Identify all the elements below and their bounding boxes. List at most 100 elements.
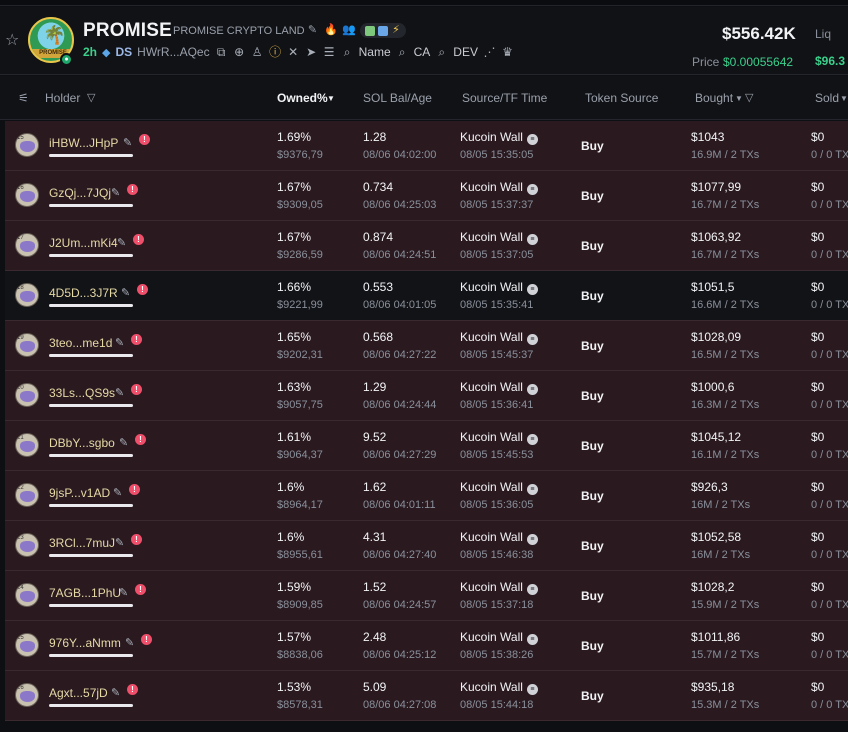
table-row[interactable]: 26 Agxt...57jD ✎! 1.53% $8578,31 5.09 08/06 04… <box>5 671 848 721</box>
avatar[interactable]: 22 <box>15 483 39 507</box>
source-name[interactable]: Kucoin Wall ≡ <box>460 430 538 445</box>
alert-icon[interactable]: ! <box>133 234 144 245</box>
source-name[interactable]: Kucoin Wall ≡ <box>460 530 538 545</box>
pencil-icon[interactable]: ✎ <box>115 336 124 349</box>
avatar[interactable]: 24 <box>15 583 39 607</box>
source-name[interactable]: Kucoin Wall ≡ <box>460 630 538 645</box>
search-dev-button[interactable]: DEV <box>453 45 478 59</box>
avatar[interactable]: 17 <box>15 233 39 257</box>
table-row[interactable]: 22 9jsP...v1AD ✎! 1.6% $8964,17 1.62 08/06 04:… <box>5 471 848 521</box>
source-name[interactable]: Kucoin Wall ≡ <box>460 380 538 395</box>
pencil-icon[interactable]: ✎ <box>115 536 124 549</box>
search-icon[interactable]: ⌕ <box>435 45 448 59</box>
alert-icon[interactable]: ! <box>135 584 146 595</box>
col-token-source[interactable]: Token Source <box>585 91 658 105</box>
search-icon[interactable]: ⌕ <box>396 45 409 59</box>
holder-address[interactable]: 3teo...me1d <box>49 336 112 350</box>
people-icon[interactable]: 👥 <box>342 24 356 37</box>
x-icon[interactable]: ✕ <box>287 45 300 59</box>
holder-address[interactable]: 7AGB...1PhU <box>49 586 121 600</box>
holder-address[interactable]: GzQj...7JQj <box>49 186 111 200</box>
pencil-icon[interactable]: ✎ <box>119 586 128 599</box>
table-row[interactable]: 24 7AGB...1PhU ✎! 1.59% $8909,85 1.52 08/06 04… <box>5 571 848 621</box>
search-name-button[interactable]: Name <box>359 45 391 59</box>
table-row[interactable]: 23 3RCl...7muJ ✎! 1.6% $8955,61 4.31 08/06 04:… <box>5 521 848 571</box>
pencil-icon[interactable]: ✎ <box>306 24 319 37</box>
alert-icon[interactable]: ! <box>131 384 142 395</box>
avatar[interactable]: 23 <box>15 533 39 557</box>
pencil-icon[interactable]: ✎ <box>125 636 134 649</box>
alert-icon[interactable]: ! <box>127 184 138 195</box>
holder-address[interactable]: 4D5D...3J7R <box>49 286 118 300</box>
alert-icon[interactable]: ! <box>137 284 148 295</box>
alert-icon[interactable]: ! <box>131 534 142 545</box>
platform-chips[interactable]: ⚡ <box>360 23 406 38</box>
holder-address[interactable]: iHBW...JHpP <box>49 136 118 150</box>
pencil-icon[interactable]: ✎ <box>123 136 132 149</box>
sliders-icon[interactable]: ⚟ <box>18 91 29 105</box>
alert-icon[interactable]: ! <box>135 434 146 445</box>
table-row[interactable]: 20 33Ls...QS9s ✎! 1.63% $9057,75 1.29 08/06 04… <box>5 371 848 421</box>
dexscreener-icon[interactable]: ◆ <box>102 46 110 59</box>
table-row[interactable]: 15 iHBW...JHpP ✎! 1.69% $9376,79 1.28 08/06 04… <box>5 121 848 171</box>
holder-address[interactable]: J2Um...mKi4 <box>49 236 118 250</box>
holder-address[interactable]: 9jsP...v1AD <box>49 486 110 500</box>
alert-icon[interactable]: ! <box>141 634 152 645</box>
avatar[interactable]: 21 <box>15 433 39 457</box>
source-name[interactable]: Kucoin Wall ≡ <box>460 230 538 245</box>
col-owned[interactable]: Owned% <box>277 91 328 105</box>
source-name[interactable]: Kucoin Wall ≡ <box>460 480 538 495</box>
ds-label[interactable]: DS <box>115 45 132 59</box>
source-name[interactable]: Kucoin Wall ≡ <box>460 130 538 145</box>
avatar[interactable]: 15 <box>15 133 39 157</box>
search-icon[interactable]: ⌕ <box>341 45 354 59</box>
source-name[interactable]: Kucoin Wall ≡ <box>460 580 538 595</box>
source-name[interactable]: Kucoin Wall ≡ <box>460 330 538 345</box>
table-row[interactable]: 18 4D5D...3J7R ✎! 1.66% $9221,99 0.553 08/06 0… <box>5 271 848 321</box>
search-ca-button[interactable]: CA <box>414 45 431 59</box>
table-row[interactable]: 16 GzQj...7JQj ✎! 1.67% $9309,05 0.734 08/06 0… <box>5 171 848 221</box>
alert-icon[interactable]: ! <box>139 134 150 145</box>
list-icon[interactable]: ☰ <box>323 45 336 59</box>
table-row[interactable]: 19 3teo...me1d ✎! 1.65% $9202,31 0.568 08/06 0… <box>5 321 848 371</box>
alert-icon[interactable]: ! <box>127 684 138 695</box>
filter-icon[interactable]: ▽ <box>745 91 753 104</box>
telegram-icon[interactable]: ➤ <box>305 45 318 59</box>
copy-icon[interactable]: ⧉ <box>215 45 228 59</box>
filter-icon[interactable]: ▽ <box>87 91 95 104</box>
pencil-icon[interactable]: ✎ <box>119 436 128 449</box>
table-row[interactable]: 25 976Y...aNmm ✎! 1.57% $8838,06 2.48 08/06 04… <box>5 621 848 671</box>
holder-address[interactable]: 33Ls...QS9s <box>49 386 115 400</box>
col-bought[interactable]: Bought <box>695 91 733 105</box>
table-row[interactable]: 21 DBbY...sgbo ✎! 1.61% $9064,37 9.52 08/06 04… <box>5 421 848 471</box>
pencil-icon[interactable]: ✎ <box>113 486 122 499</box>
avatar[interactable]: 20 <box>15 383 39 407</box>
holder-address[interactable]: 976Y...aNmm <box>49 636 121 650</box>
crown-icon[interactable]: ♛ <box>501 45 514 59</box>
share-icon[interactable]: ⋰ <box>483 45 496 59</box>
col-source[interactable]: Source/TF Time <box>462 91 547 105</box>
holder-address[interactable]: 3RCl...7muJ <box>49 536 115 550</box>
col-holder[interactable]: Holder <box>45 91 80 105</box>
avatar[interactable]: 26 <box>15 683 39 707</box>
warning-icon[interactable]: ⓘ <box>269 45 282 59</box>
globe-icon[interactable]: ⊕ <box>233 45 246 59</box>
pencil-icon[interactable]: ✎ <box>111 686 120 699</box>
table-row[interactable]: 17 J2Um...mKi4 ✎! 1.67% $9286,59 0.874 08/06 0… <box>5 221 848 271</box>
col-sold[interactable]: Sold <box>815 91 839 105</box>
holder-address[interactable]: Agxt...57jD <box>49 686 108 700</box>
pencil-icon[interactable]: ✎ <box>121 286 130 299</box>
pencil-icon[interactable]: ✎ <box>115 386 124 399</box>
holder-address[interactable]: DBbY...sgbo <box>49 436 115 450</box>
alert-icon[interactable]: ! <box>131 334 142 345</box>
pencil-icon[interactable]: ✎ <box>117 236 126 249</box>
source-name[interactable]: Kucoin Wall ≡ <box>460 280 538 295</box>
avatar[interactable]: 25 <box>15 633 39 657</box>
user-icon[interactable]: ♙ <box>251 45 264 59</box>
avatar[interactable]: 16 <box>15 183 39 207</box>
avatar[interactable]: 19 <box>15 333 39 357</box>
alert-icon[interactable]: ! <box>129 484 140 495</box>
token-address[interactable]: HWrR...AQec <box>137 45 209 59</box>
col-sol-bal[interactable]: SOL Bal/Age <box>363 91 432 105</box>
source-name[interactable]: Kucoin Wall ≡ <box>460 680 538 695</box>
